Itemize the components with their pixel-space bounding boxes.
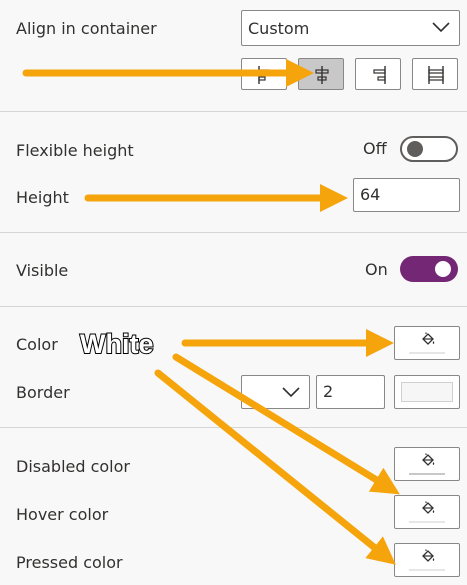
height-input[interactable]: 64 <box>353 178 460 212</box>
paint-bucket-icon <box>422 549 435 562</box>
annotation-white-label: White <box>79 328 154 360</box>
visible-label: Visible <box>16 261 69 280</box>
color-label: Color <box>16 335 58 354</box>
disabled-color-preview-bar <box>409 473 445 475</box>
visible-state: On <box>365 260 388 279</box>
visible-section: Visible On <box>0 233 467 306</box>
align-center-button[interactable] <box>298 58 344 90</box>
properties-panel: Align in container Custom Flexible heigh… <box>0 0 467 585</box>
align-right-icon <box>373 66 386 84</box>
border-style-dropdown[interactable] <box>241 375 310 409</box>
pressed-color-swatch-button[interactable] <box>394 543 460 577</box>
border-label: Border <box>16 383 70 402</box>
border-width-input[interactable]: 2 <box>316 375 385 409</box>
align-dropdown-value: Custom <box>248 19 310 38</box>
hover-color-label: Hover color <box>16 505 109 524</box>
flexible-height-toggle[interactable] <box>400 136 458 162</box>
align-right-button[interactable] <box>355 58 401 90</box>
flexible-height-label: Flexible height <box>16 141 134 160</box>
height-label: Height <box>16 188 69 207</box>
hover-color-preview-bar <box>409 521 445 523</box>
hover-color-swatch-button[interactable] <box>394 495 460 529</box>
chevron-down-icon <box>432 22 450 33</box>
visible-toggle[interactable] <box>400 256 458 282</box>
align-left-icon <box>258 66 270 84</box>
align-section: Align in container Custom <box>0 0 467 111</box>
height-section: Flexible height Off Height 64 <box>0 112 467 232</box>
pressed-color-preview-bar <box>409 569 445 571</box>
color-preview-bar <box>409 352 445 354</box>
paint-bucket-icon <box>422 332 435 345</box>
align-dropdown[interactable]: Custom <box>241 10 460 46</box>
paint-bucket-icon <box>422 453 435 466</box>
border-width-value: 2 <box>323 382 334 401</box>
border-color-preview <box>401 382 453 402</box>
flexible-height-state: Off <box>363 139 387 158</box>
toggle-knob <box>407 141 423 157</box>
align-left-button[interactable] <box>241 58 287 90</box>
pressed-color-label: Pressed color <box>16 553 123 572</box>
align-center-icon <box>315 66 329 84</box>
align-stretch-button[interactable] <box>412 58 458 90</box>
paint-bucket-icon <box>422 501 435 514</box>
chevron-down-icon <box>282 387 300 398</box>
color-section: Color Border <box>0 307 467 427</box>
align-stretch-icon <box>428 66 444 84</box>
toggle-knob <box>435 261 451 277</box>
disabled-color-label: Disabled color <box>16 457 130 476</box>
disabled-color-swatch-button[interactable] <box>394 447 460 481</box>
align-in-container-label: Align in container <box>16 19 157 38</box>
height-input-value: 64 <box>360 185 381 204</box>
color-swatch-button[interactable] <box>394 326 460 360</box>
border-color-swatch-button[interactable] <box>394 375 460 409</box>
